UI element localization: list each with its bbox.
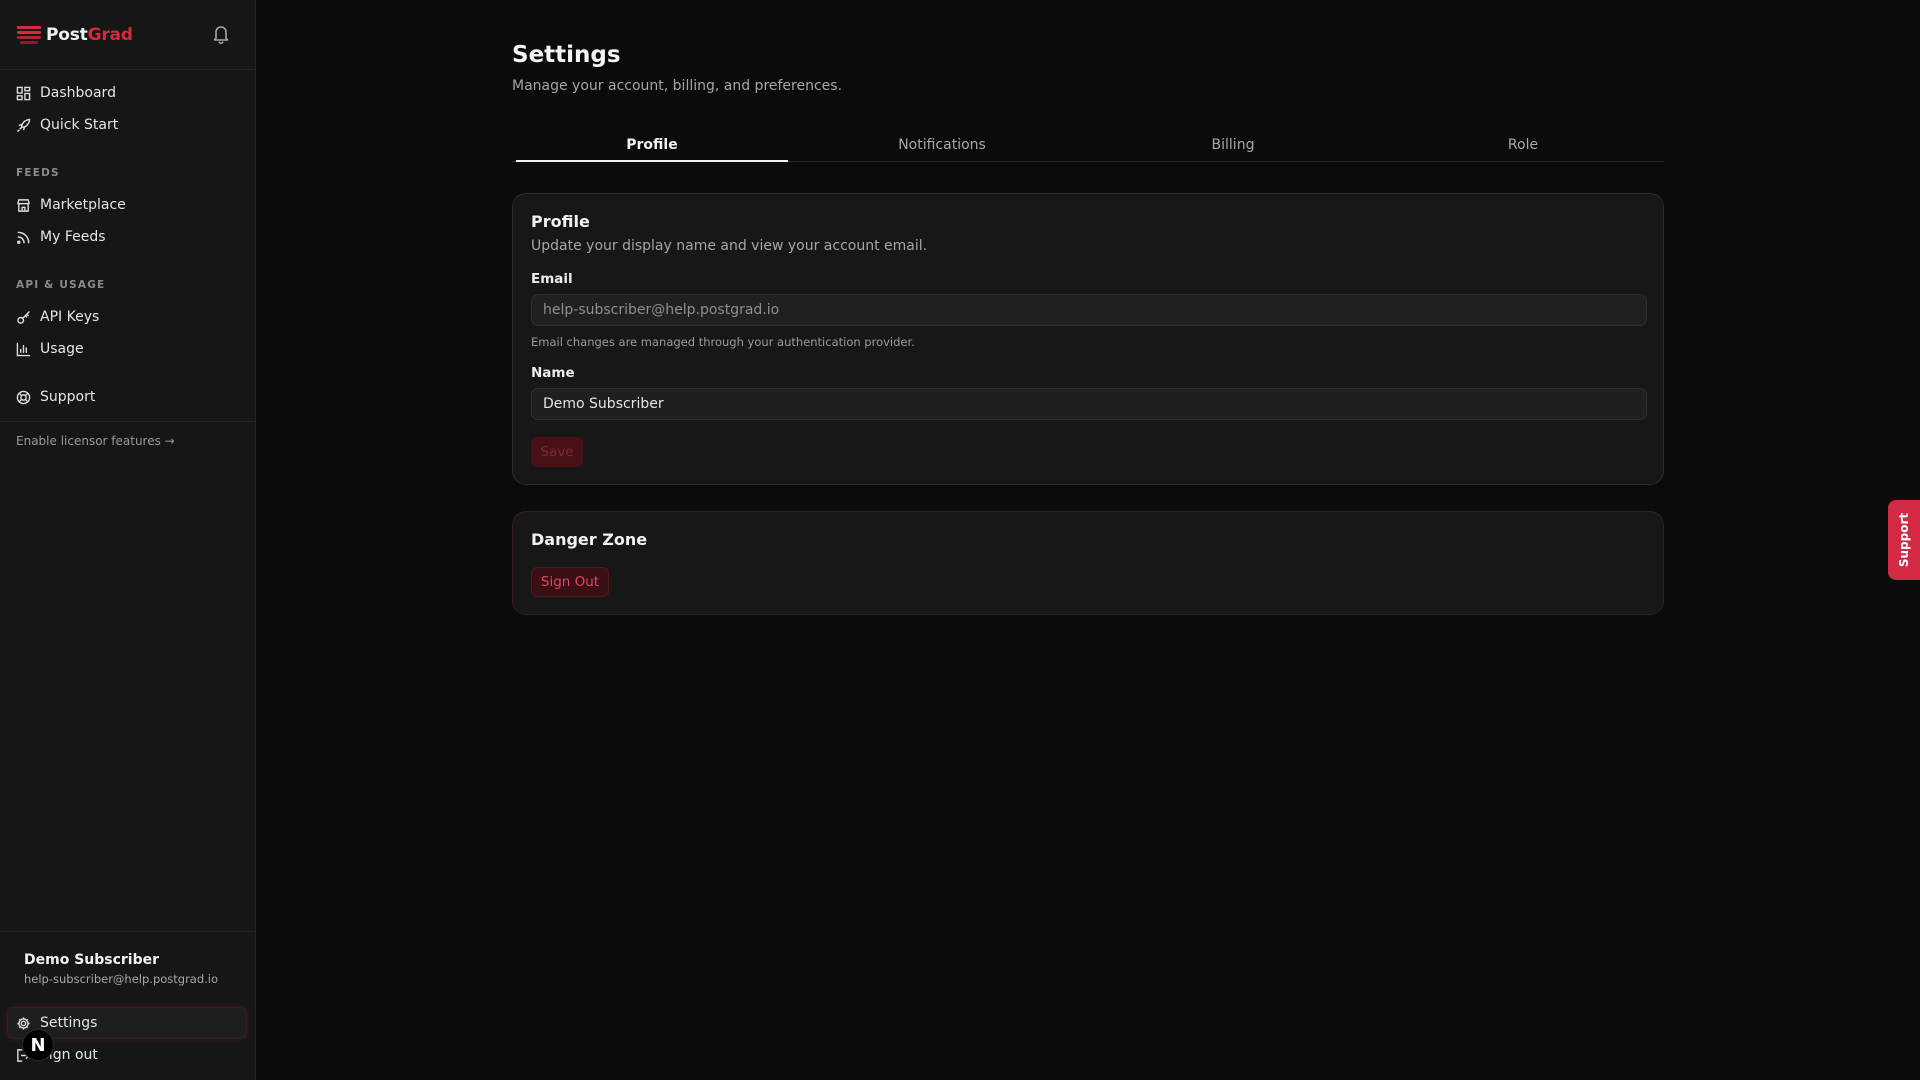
sidebar-item-label: Dashboard xyxy=(40,85,116,101)
sign-out-button[interactable]: Sign Out xyxy=(531,567,609,597)
bell-icon[interactable] xyxy=(211,23,231,45)
user-email: help-subscriber@help.postgrad.io xyxy=(24,972,219,986)
email-field[interactable] xyxy=(531,294,1647,326)
email-label: Email xyxy=(531,271,573,287)
brand-grad: Grad xyxy=(87,24,133,45)
sidebar-item-dashboard[interactable]: Dashboard xyxy=(8,78,246,108)
support-floating-tab[interactable]: Support xyxy=(1888,500,1920,580)
enable-licensor-link[interactable]: Enable licensor features → xyxy=(16,434,175,448)
key-icon xyxy=(17,310,30,324)
gear-icon xyxy=(17,1016,30,1030)
postgrad-logo-icon xyxy=(17,25,41,44)
support-tab-label: Support xyxy=(1897,512,1912,568)
sidebar-item-label: Quick Start xyxy=(40,117,119,133)
store-icon xyxy=(17,198,30,212)
tab-profile[interactable]: Profile xyxy=(516,132,788,162)
tab-notifications[interactable]: Notifications xyxy=(806,132,1078,162)
name-field[interactable] xyxy=(531,388,1647,420)
profile-card-title: Profile xyxy=(531,212,590,231)
page-title: Settings xyxy=(512,42,621,68)
nav-section-api-usage: API & USAGE xyxy=(16,279,106,291)
settings-tabs: Profile Notifications Billing Role xyxy=(512,132,1664,162)
sidebar-item-my-feeds[interactable]: My Feeds xyxy=(8,222,246,252)
brand-header: PostGrad xyxy=(0,0,255,70)
tab-billing[interactable]: Billing xyxy=(1097,132,1369,162)
name-label: Name xyxy=(531,365,575,381)
sidebar-item-label: Usage xyxy=(40,341,84,357)
profile-card-description: Update your display name and view your a… xyxy=(531,238,928,254)
page-subtitle: Manage your account, billing, and prefer… xyxy=(512,78,843,94)
sidebar-item-support[interactable]: Support xyxy=(8,382,246,412)
danger-zone-title: Danger Zone xyxy=(531,530,648,549)
bar-chart-icon xyxy=(16,342,31,356)
sidebar-item-marketplace[interactable]: Marketplace xyxy=(8,190,246,220)
save-button[interactable]: Save xyxy=(531,437,583,467)
brand-post: Post xyxy=(46,24,88,45)
sidebar-divider xyxy=(0,421,255,422)
sidebar-item-label: Support xyxy=(40,389,96,405)
sidebar-item-label: Settings xyxy=(40,1015,98,1031)
email-hint: Email changes are managed through your a… xyxy=(531,335,915,349)
user-name: Demo Subscriber xyxy=(24,952,160,968)
sidebar-item-api-keys[interactable]: API Keys xyxy=(8,302,246,332)
lifebuoy-icon xyxy=(16,390,31,404)
brand-name[interactable]: PostGrad xyxy=(46,25,133,45)
tab-role[interactable]: Role xyxy=(1387,132,1659,162)
danger-zone-card: Danger Zone Sign Out xyxy=(512,511,1664,615)
sidebar-item-quick-start[interactable]: Quick Start xyxy=(8,110,246,140)
user-info: Demo Subscriber help-subscriber@help.pos… xyxy=(24,952,218,986)
sidebar-item-label: Marketplace xyxy=(40,197,126,213)
rocket-icon xyxy=(16,118,31,132)
sidebar-item-label: My Feeds xyxy=(40,229,106,245)
sidebar: PostGrad Dashboard Quick Start FEEDS Mar… xyxy=(0,0,256,1080)
sidebar-item-label: API Keys xyxy=(40,309,100,325)
sidebar-divider xyxy=(0,931,255,932)
avatar[interactable]: N xyxy=(22,1029,54,1061)
profile-card: Profile Update your display name and vie… xyxy=(512,193,1664,485)
rss-icon xyxy=(17,231,30,244)
dashboard-icon xyxy=(16,86,31,100)
nav-section-feeds: FEEDS xyxy=(16,167,60,179)
sidebar-item-usage[interactable]: Usage xyxy=(8,334,246,364)
